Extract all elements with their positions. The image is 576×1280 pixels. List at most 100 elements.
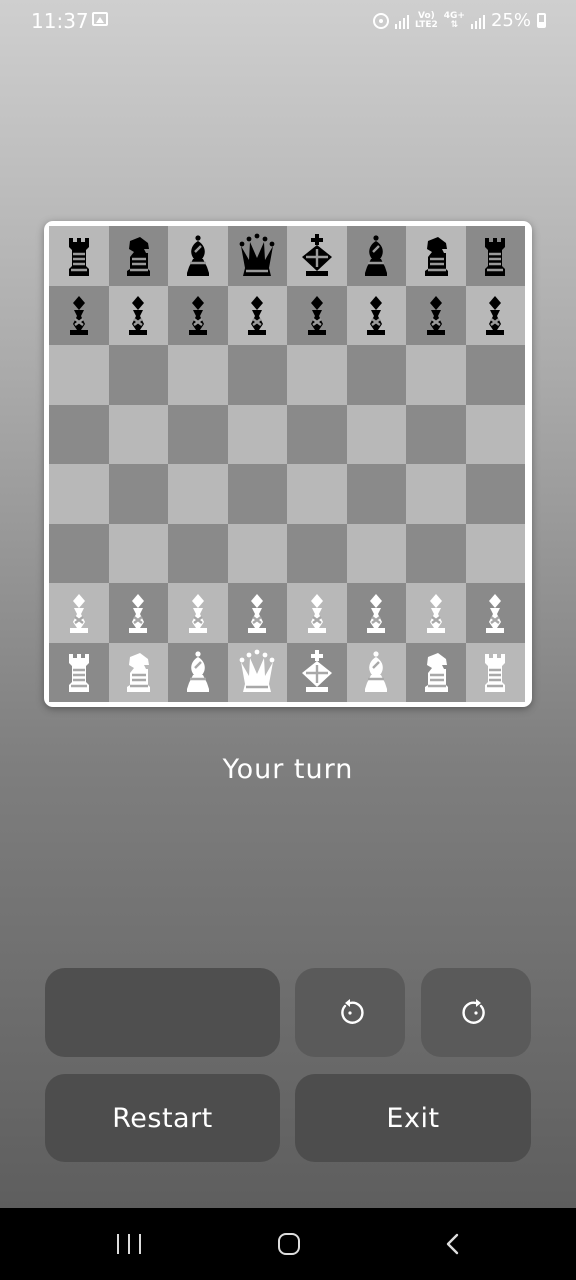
black-knight-piece[interactable] — [416, 233, 456, 279]
board-square[interactable] — [406, 404, 466, 464]
board-square[interactable] — [287, 583, 347, 643]
board-square[interactable] — [465, 345, 525, 405]
board-square[interactable] — [465, 523, 525, 583]
white-pawn-piece[interactable] — [416, 590, 456, 636]
board-square[interactable] — [406, 285, 466, 345]
board-square[interactable] — [287, 285, 347, 345]
board-square[interactable] — [287, 345, 347, 405]
home-icon[interactable] — [278, 1233, 300, 1255]
black-pawn-piece[interactable] — [237, 292, 277, 338]
board-square[interactable] — [49, 642, 109, 702]
board-square[interactable] — [168, 583, 228, 643]
board-square[interactable] — [108, 464, 168, 524]
board-square[interactable] — [108, 226, 168, 286]
board-square[interactable] — [227, 523, 287, 583]
board-square[interactable] — [346, 642, 406, 702]
white-rook-piece[interactable] — [475, 649, 515, 695]
white-bishop-piece[interactable] — [178, 649, 218, 695]
board-square[interactable] — [168, 642, 228, 702]
board-square[interactable] — [287, 226, 347, 286]
board-square[interactable] — [346, 583, 406, 643]
black-bishop-piece[interactable] — [356, 233, 396, 279]
undo-button[interactable] — [295, 968, 405, 1057]
board-square[interactable] — [108, 642, 168, 702]
board-square[interactable] — [287, 642, 347, 702]
black-bishop-piece[interactable] — [178, 233, 218, 279]
board-square[interactable] — [168, 523, 228, 583]
board-square[interactable] — [49, 464, 109, 524]
board-square[interactable] — [108, 583, 168, 643]
white-pawn-piece[interactable] — [297, 590, 337, 636]
black-pawn-piece[interactable] — [118, 292, 158, 338]
board-square[interactable] — [108, 523, 168, 583]
board-square[interactable] — [227, 226, 287, 286]
white-pawn-piece[interactable] — [237, 590, 277, 636]
black-pawn-piece[interactable] — [475, 292, 515, 338]
board-square[interactable] — [406, 345, 466, 405]
white-pawn-piece[interactable] — [59, 590, 99, 636]
board-square[interactable] — [49, 285, 109, 345]
board-square[interactable] — [287, 404, 347, 464]
black-pawn-piece[interactable] — [178, 292, 218, 338]
board-square[interactable] — [227, 642, 287, 702]
board-square[interactable] — [168, 226, 228, 286]
black-pawn-piece[interactable] — [59, 292, 99, 338]
recents-icon[interactable] — [117, 1234, 141, 1254]
board-square[interactable] — [465, 226, 525, 286]
white-knight-piece[interactable] — [416, 649, 456, 695]
black-king-piece[interactable] — [297, 233, 337, 279]
board-square[interactable] — [346, 404, 406, 464]
board-square[interactable] — [406, 226, 466, 286]
board-square[interactable] — [346, 345, 406, 405]
white-knight-piece[interactable] — [118, 649, 158, 695]
board-square[interactable] — [227, 345, 287, 405]
board-square[interactable] — [227, 285, 287, 345]
board-square[interactable] — [108, 285, 168, 345]
board-square[interactable] — [168, 404, 228, 464]
board-square[interactable] — [49, 404, 109, 464]
white-queen-piece[interactable] — [237, 649, 277, 695]
board-square[interactable] — [406, 583, 466, 643]
white-rook-piece[interactable] — [59, 649, 99, 695]
board-square[interactable] — [49, 345, 109, 405]
redo-button[interactable] — [421, 968, 531, 1057]
board-square[interactable] — [287, 464, 347, 524]
board-square[interactable] — [227, 404, 287, 464]
board-square[interactable] — [287, 523, 347, 583]
black-rook-piece[interactable] — [59, 233, 99, 279]
black-rook-piece[interactable] — [475, 233, 515, 279]
black-pawn-piece[interactable] — [416, 292, 456, 338]
white-pawn-piece[interactable] — [356, 590, 396, 636]
white-bishop-piece[interactable] — [356, 649, 396, 695]
restart-button[interactable]: Restart — [45, 1074, 280, 1162]
board-square[interactable] — [465, 642, 525, 702]
board-square[interactable] — [227, 464, 287, 524]
exit-button[interactable]: Exit — [295, 1074, 531, 1162]
board-square[interactable] — [49, 523, 109, 583]
board-square[interactable] — [168, 285, 228, 345]
board-square[interactable] — [465, 464, 525, 524]
board-square[interactable] — [346, 226, 406, 286]
board-square[interactable] — [406, 464, 466, 524]
black-pawn-piece[interactable] — [297, 292, 337, 338]
board-square[interactable] — [465, 404, 525, 464]
board-square[interactable] — [108, 345, 168, 405]
chess-board[interactable] — [49, 226, 525, 702]
board-square[interactable] — [406, 523, 466, 583]
white-pawn-piece[interactable] — [475, 590, 515, 636]
black-pawn-piece[interactable] — [356, 292, 396, 338]
board-square[interactable] — [108, 404, 168, 464]
board-square[interactable] — [49, 583, 109, 643]
black-queen-piece[interactable] — [237, 233, 277, 279]
board-square[interactable] — [465, 285, 525, 345]
white-pawn-piece[interactable] — [178, 590, 218, 636]
board-square[interactable] — [168, 345, 228, 405]
back-icon[interactable] — [444, 1233, 460, 1255]
board-square[interactable] — [346, 285, 406, 345]
white-pawn-piece[interactable] — [118, 590, 158, 636]
board-square[interactable] — [406, 642, 466, 702]
board-square[interactable] — [49, 226, 109, 286]
board-square[interactable] — [346, 464, 406, 524]
board-square[interactable] — [168, 464, 228, 524]
board-square[interactable] — [227, 583, 287, 643]
